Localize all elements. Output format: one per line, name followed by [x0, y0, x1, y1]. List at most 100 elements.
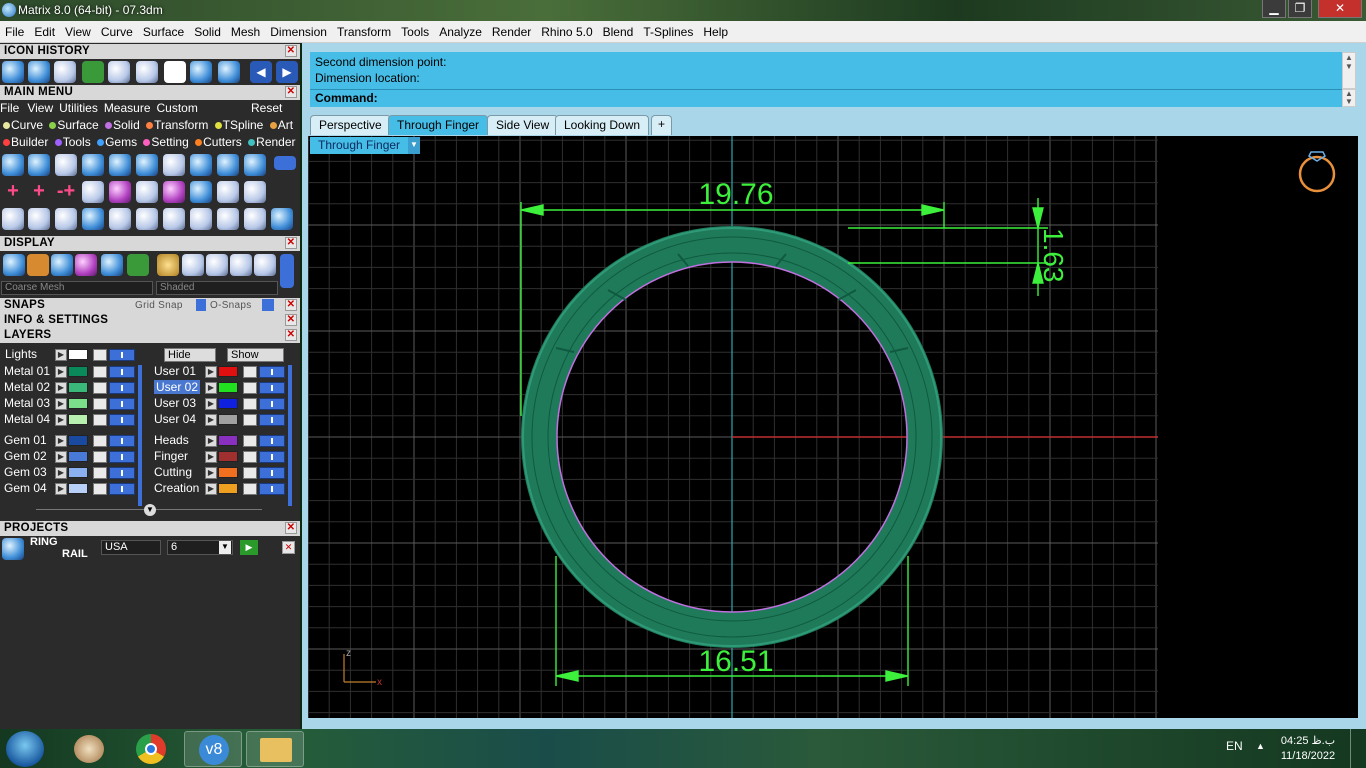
ring-tool-icon[interactable] — [244, 154, 266, 176]
expand-icon[interactable]: ▶ — [205, 467, 217, 479]
expand-icon[interactable]: ▶ — [205, 382, 217, 394]
layer-on-toggle[interactable] — [109, 414, 135, 426]
menu-analyze[interactable]: Analyze — [434, 21, 487, 39]
tab-looking-down[interactable]: Looking Down — [555, 115, 650, 135]
lock-icon[interactable] — [243, 366, 257, 378]
main-menu-header[interactable]: MAIN MENU ✕ — [0, 85, 300, 100]
toggle-icon[interactable] — [274, 156, 296, 170]
lock-icon[interactable] — [93, 451, 107, 463]
layer-name[interactable]: Cutting — [154, 465, 192, 479]
scale-icon[interactable] — [108, 61, 130, 83]
plus-icon[interactable]: -+ — [55, 181, 77, 203]
layer-on-toggle[interactable] — [109, 349, 135, 361]
layer-name[interactable]: Metal 01 — [4, 364, 50, 378]
layer-color[interactable] — [218, 467, 238, 478]
layer-name[interactable]: Finger — [154, 449, 188, 463]
cat-render[interactable]: Render — [256, 135, 295, 149]
rotate-icon[interactable] — [244, 181, 266, 203]
layer-color[interactable] — [218, 382, 238, 393]
layer-on-toggle[interactable] — [109, 467, 135, 479]
layer-group-bar[interactable] — [288, 434, 292, 506]
menu-curve[interactable]: Curve — [96, 21, 138, 39]
layer-color[interactable] — [68, 349, 88, 360]
tab-through-finger[interactable]: Through Finger — [388, 115, 489, 135]
close-icon[interactable]: ✕ — [285, 522, 297, 534]
show-desktop-button[interactable] — [1350, 729, 1366, 768]
layer-name[interactable]: Heads — [154, 433, 189, 447]
layer-color[interactable] — [68, 398, 88, 409]
hide-button[interactable]: Hide — [164, 348, 216, 362]
lock-icon[interactable] — [243, 382, 257, 394]
layer-color[interactable] — [218, 451, 238, 462]
cat-surface[interactable]: Surface — [57, 118, 98, 132]
page-icon[interactable] — [164, 61, 186, 83]
lock-icon[interactable] — [93, 435, 107, 447]
layer-color[interactable] — [68, 382, 88, 393]
main-view[interactable]: View — [27, 101, 53, 115]
expand-icon[interactable]: ▶ — [205, 451, 217, 463]
layer-name[interactable]: Creation — [154, 481, 199, 495]
layer-name[interactable]: Metal 02 — [4, 380, 50, 394]
layer-group-bar[interactable] — [138, 434, 142, 506]
cat-setting[interactable]: Setting — [151, 135, 188, 149]
layer-on-toggle[interactable] — [109, 483, 135, 495]
layer-on-toggle[interactable] — [109, 451, 135, 463]
layer-on-toggle[interactable] — [109, 398, 135, 410]
sphere-icon[interactable] — [230, 254, 252, 276]
lock-icon[interactable] — [93, 483, 107, 495]
layer-name[interactable]: Metal 03 — [4, 396, 50, 410]
layer-color[interactable] — [68, 366, 88, 377]
split-icon[interactable] — [217, 208, 239, 230]
ring-tool-icon[interactable] — [82, 154, 104, 176]
taskbar-chrome[interactable] — [122, 731, 180, 767]
layer-name[interactable]: Gem 01 — [4, 433, 47, 447]
viewport-canvas[interactable]: 19.76 16.51 1.63 z x — [307, 136, 1358, 718]
chevron-down-icon[interactable]: ▼ — [144, 504, 156, 516]
close-icon[interactable]: ✕ — [285, 329, 297, 341]
add-tab-button[interactable]: + — [651, 115, 673, 135]
viewport-label[interactable]: Through Finger — [310, 137, 420, 154]
main-custom[interactable]: Custom — [157, 101, 198, 115]
menu-surface[interactable]: Surface — [138, 21, 189, 39]
cat-tspline[interactable]: TSpline — [223, 118, 264, 132]
mesh-select[interactable]: Coarse Mesh — [1, 281, 153, 295]
expand-icon[interactable]: ▶ — [55, 435, 67, 447]
snaps-toggle[interactable] — [262, 299, 274, 311]
menu-rhino[interactable]: Rhino 5.0 — [536, 21, 597, 39]
lock-icon[interactable] — [93, 414, 107, 426]
plus-icon[interactable]: + — [28, 181, 50, 203]
sphere-icon[interactable] — [206, 254, 228, 276]
play-icon[interactable]: ▶ — [240, 540, 258, 555]
move-icon[interactable] — [217, 181, 239, 203]
menu-render[interactable]: Render — [487, 21, 536, 39]
close-icon[interactable]: ✕ — [285, 86, 297, 98]
menu-edit[interactable]: Edit — [29, 21, 60, 39]
ring-view-icon[interactable] — [1298, 151, 1336, 193]
cat-art[interactable]: Art — [278, 118, 293, 132]
layer-on-toggle[interactable] — [259, 398, 285, 410]
ring-tool-icon[interactable] — [163, 154, 185, 176]
tab-perspective[interactable]: Perspective — [310, 115, 391, 135]
expand-icon[interactable]: ▶ — [205, 414, 217, 426]
link-icon[interactable] — [190, 208, 212, 230]
icon-history-header[interactable]: ICON HISTORY ✕ — [0, 44, 300, 59]
ring-tool-icon[interactable] — [28, 154, 50, 176]
close-button[interactable]: ✕ — [1318, 0, 1362, 18]
plus-icon[interactable]: + — [2, 181, 24, 203]
close-icon[interactable]: ✕ — [285, 237, 297, 249]
layer-on-toggle[interactable] — [259, 414, 285, 426]
close-icon[interactable]: ✕ — [282, 541, 295, 554]
snaps-header[interactable]: SNAPS Grid Snap O-Snaps ✕ — [0, 298, 300, 313]
wireframe-icon[interactable] — [3, 254, 25, 276]
menu-dimension[interactable]: Dimension — [265, 21, 332, 39]
lock-icon[interactable] — [243, 483, 257, 495]
chevron-down-icon[interactable]: ▼ — [219, 541, 231, 554]
check-icon[interactable] — [190, 181, 212, 203]
expand-icon[interactable]: ▶ — [55, 398, 67, 410]
arc-icon[interactable] — [82, 181, 104, 203]
menu-tsplines[interactable]: T-Splines — [638, 21, 698, 39]
arrow-left-icon[interactable]: ◀ — [250, 61, 272, 83]
cat-builder[interactable]: Builder — [11, 135, 48, 149]
close-icon[interactable]: ✕ — [285, 45, 297, 57]
close-icon[interactable]: ✕ — [285, 299, 297, 311]
